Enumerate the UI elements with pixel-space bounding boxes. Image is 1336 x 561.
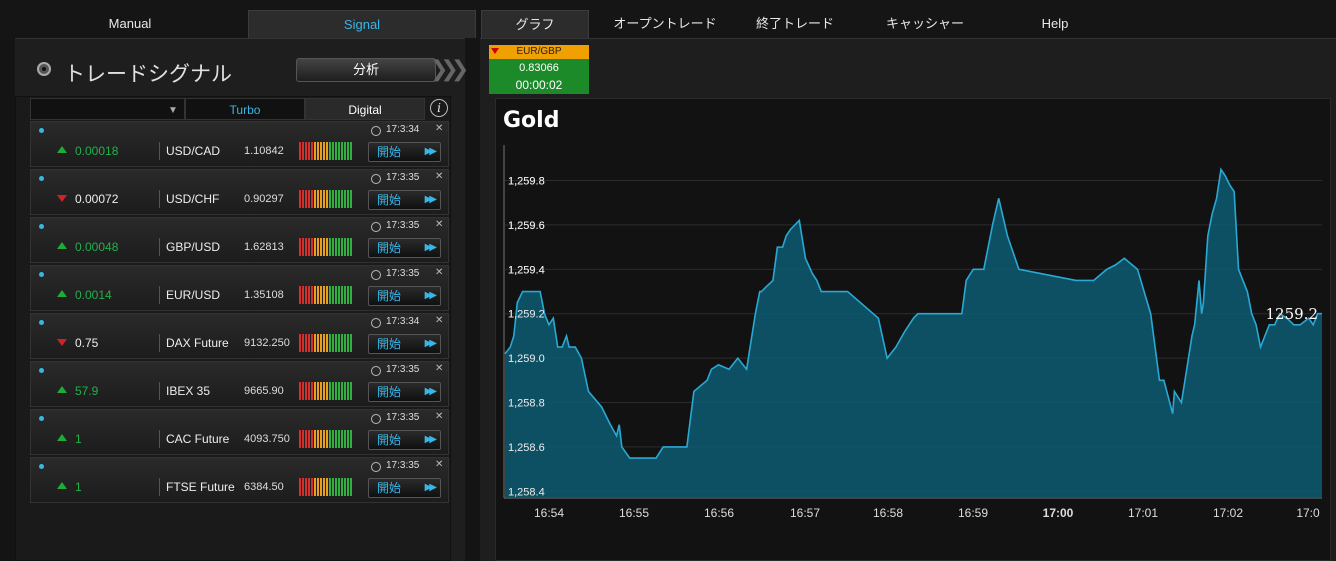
y-tick-label-overlay: 1,259.2 bbox=[508, 309, 545, 321]
x-tick-label: 17:00 bbox=[1043, 506, 1074, 520]
price-area bbox=[505, 169, 1322, 498]
current-price-label: 1259.2 bbox=[1266, 305, 1319, 323]
y-tick-label-overlay: 1,259.6 bbox=[508, 220, 545, 232]
x-tick-label: 16:55 bbox=[619, 506, 649, 520]
y-tick-label-overlay: 1,258.4 bbox=[508, 486, 545, 498]
y-tick-label-overlay: 1,258.8 bbox=[508, 398, 545, 410]
x-tick-label: 16:59 bbox=[958, 506, 988, 520]
x-tick-label: 16:57 bbox=[790, 506, 820, 520]
y-tick-label-overlay: 1,259.0 bbox=[508, 353, 545, 365]
x-tick-label: 16:58 bbox=[873, 506, 903, 520]
x-tick-label: 16:56 bbox=[704, 506, 734, 520]
x-tick-label: 16:54 bbox=[534, 506, 564, 520]
x-tick-label: 17:0 bbox=[1296, 506, 1320, 520]
x-tick-label: 17:02 bbox=[1213, 506, 1243, 520]
gold-price-chart: 1,259.8 1,259.6 1,259.4 1,259.2 1,259.0 1,258… bbox=[503, 145, 1322, 520]
y-tick-label-overlay: 1,259.4 bbox=[508, 264, 545, 276]
x-tick-label: 17:01 bbox=[1128, 506, 1158, 520]
y-tick-label-overlay: 1,258.6 bbox=[508, 442, 545, 454]
y-tick-label-overlay: 1,259.8 bbox=[508, 176, 545, 188]
